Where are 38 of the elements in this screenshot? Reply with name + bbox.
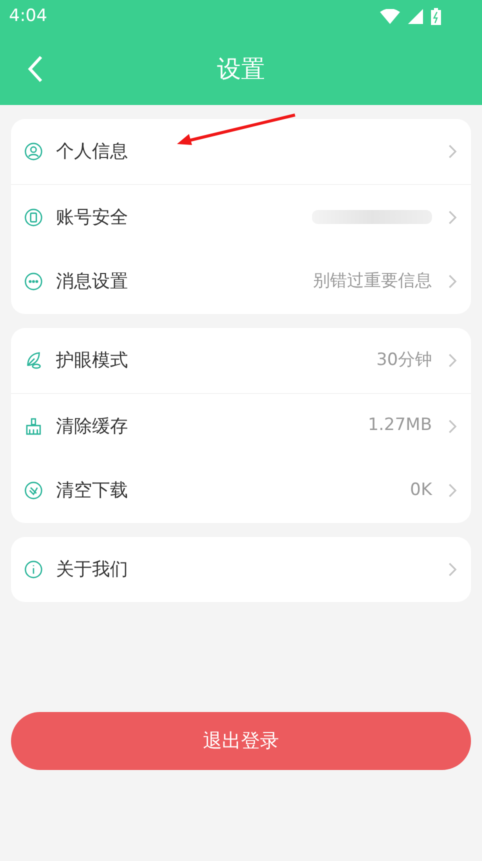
settings-row[interactable]: 账号安全 [11, 185, 471, 249]
chevron-right-icon [448, 562, 457, 577]
row-label: 个人信息 [56, 140, 128, 164]
row-value: 1.27MB [368, 414, 432, 438]
row-value: 0K [410, 478, 432, 502]
settings-row[interactable]: 消息设置 别错过重要信息 [11, 249, 471, 314]
brush-icon [24, 416, 43, 436]
battery-icon [431, 8, 441, 25]
row-label: 清除缓存 [56, 414, 128, 438]
settings-row[interactable]: 个人信息 [11, 119, 471, 184]
chevron-right-icon [448, 274, 457, 289]
settings-row[interactable]: 护眼模式 30分钟 [11, 328, 471, 393]
chevron-right-icon [448, 144, 457, 159]
row-value: 30分钟 [376, 348, 432, 372]
back-chevron-icon [27, 55, 43, 83]
row-label: 清空下载 [56, 479, 128, 503]
settings-row[interactable]: 清空下载 0K [11, 458, 471, 523]
chat-dots-icon [24, 272, 43, 291]
row-label: 消息设置 [56, 270, 128, 294]
row-value: 别错过重要信息 [313, 270, 432, 293]
chevron-right-icon [448, 210, 457, 224]
info-icon [24, 560, 43, 579]
chevron-right-icon [448, 418, 457, 434]
row-label: 账号安全 [56, 206, 128, 230]
person-icon [24, 142, 43, 161]
status-time: 4:04 [9, 4, 48, 28]
check-badge-icon [24, 481, 43, 500]
phone-icon [24, 208, 43, 226]
settings-row[interactable]: 关于我们 [11, 537, 471, 602]
settings-row[interactable]: 清除缓存 1.27MB [11, 394, 471, 458]
leaf-icon [24, 351, 43, 370]
wifi-icon [380, 9, 400, 24]
chevron-right-icon [448, 483, 457, 498]
row-label: 关于我们 [56, 558, 128, 582]
page-title: 设置 [217, 54, 265, 85]
signal-icon [408, 9, 423, 24]
row-label: 护眼模式 [56, 349, 128, 373]
chevron-right-icon [448, 353, 457, 368]
